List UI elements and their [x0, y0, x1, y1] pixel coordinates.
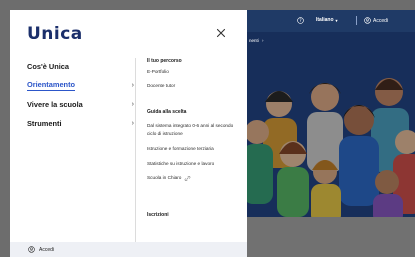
menu-item-orientamento[interactable]: Orientamento ›: [27, 77, 134, 93]
link-docente-tutor[interactable]: Docente tutor: [147, 82, 243, 90]
section-title-guida: Guida alla scelta: [147, 109, 187, 115]
menu-item-label: Orientamento: [27, 79, 76, 91]
help-icon[interactable]: ?: [297, 17, 304, 24]
language-selector[interactable]: Italiano ▾: [316, 17, 338, 23]
login-label: Accedi: [373, 17, 389, 24]
close-icon[interactable]: [214, 26, 228, 40]
breadcrumb[interactable]: nenti ›: [249, 38, 264, 43]
menu-divider: [135, 58, 136, 246]
menu-item-vivere-la-scuola[interactable]: Vivere la scuola ›: [27, 96, 134, 112]
login-footer[interactable]: Accedi: [10, 242, 247, 257]
divider: [356, 16, 357, 25]
link-label: Scuola in Chiaro: [147, 175, 182, 180]
language-label: Italiano: [316, 17, 334, 23]
link-e-portfolio[interactable]: E-Portfolio: [147, 68, 243, 76]
menu-item-cos-e-unica[interactable]: Cos'è Unica: [27, 58, 134, 74]
chevron-right-icon: ›: [131, 100, 134, 108]
unica-logo[interactable]: Unica: [27, 24, 83, 44]
link-statistiche[interactable]: Statistiche su istruzione e lavoro: [147, 160, 243, 168]
login-label: Accedi: [39, 246, 55, 253]
hero-illustration: [247, 32, 415, 217]
section-title-iscrizioni[interactable]: Iscrizioni: [147, 212, 169, 218]
link-istruzione-terziaria[interactable]: Istruzione e formazione terziaria: [147, 145, 243, 153]
chevron-right-icon: ›: [131, 119, 134, 127]
user-icon: [364, 17, 371, 24]
top-bar: ? Italiano ▾ Accedi: [247, 10, 415, 32]
menu-item-label: Vivere la scuola: [27, 99, 83, 109]
external-link-icon: [185, 175, 191, 181]
link-scuola-in-chiaro[interactable]: Scuola in Chiaro: [147, 174, 243, 182]
section-title-percorso: Il tuo percorso: [147, 58, 182, 64]
content-area: [247, 217, 415, 257]
menu-item-label: Strumenti: [27, 118, 62, 128]
navigation-drawer: Unica Cos'è Unica Orientamento › Vivere …: [10, 10, 247, 257]
link-sistema-integrato[interactable]: Dal sistema integrato 0-6 anni al second…: [147, 122, 243, 139]
menu-item-strumenti[interactable]: Strumenti ›: [27, 115, 134, 131]
menu-item-label: Cos'è Unica: [27, 61, 70, 71]
user-icon: [28, 246, 35, 253]
svg-text:?: ?: [299, 18, 301, 23]
breadcrumb-label: nenti: [249, 38, 259, 43]
login-link[interactable]: Accedi: [364, 17, 388, 24]
chevron-right-icon: ›: [262, 38, 264, 43]
chevron-right-icon: ›: [131, 81, 134, 89]
chevron-down-icon: ▾: [335, 17, 338, 23]
